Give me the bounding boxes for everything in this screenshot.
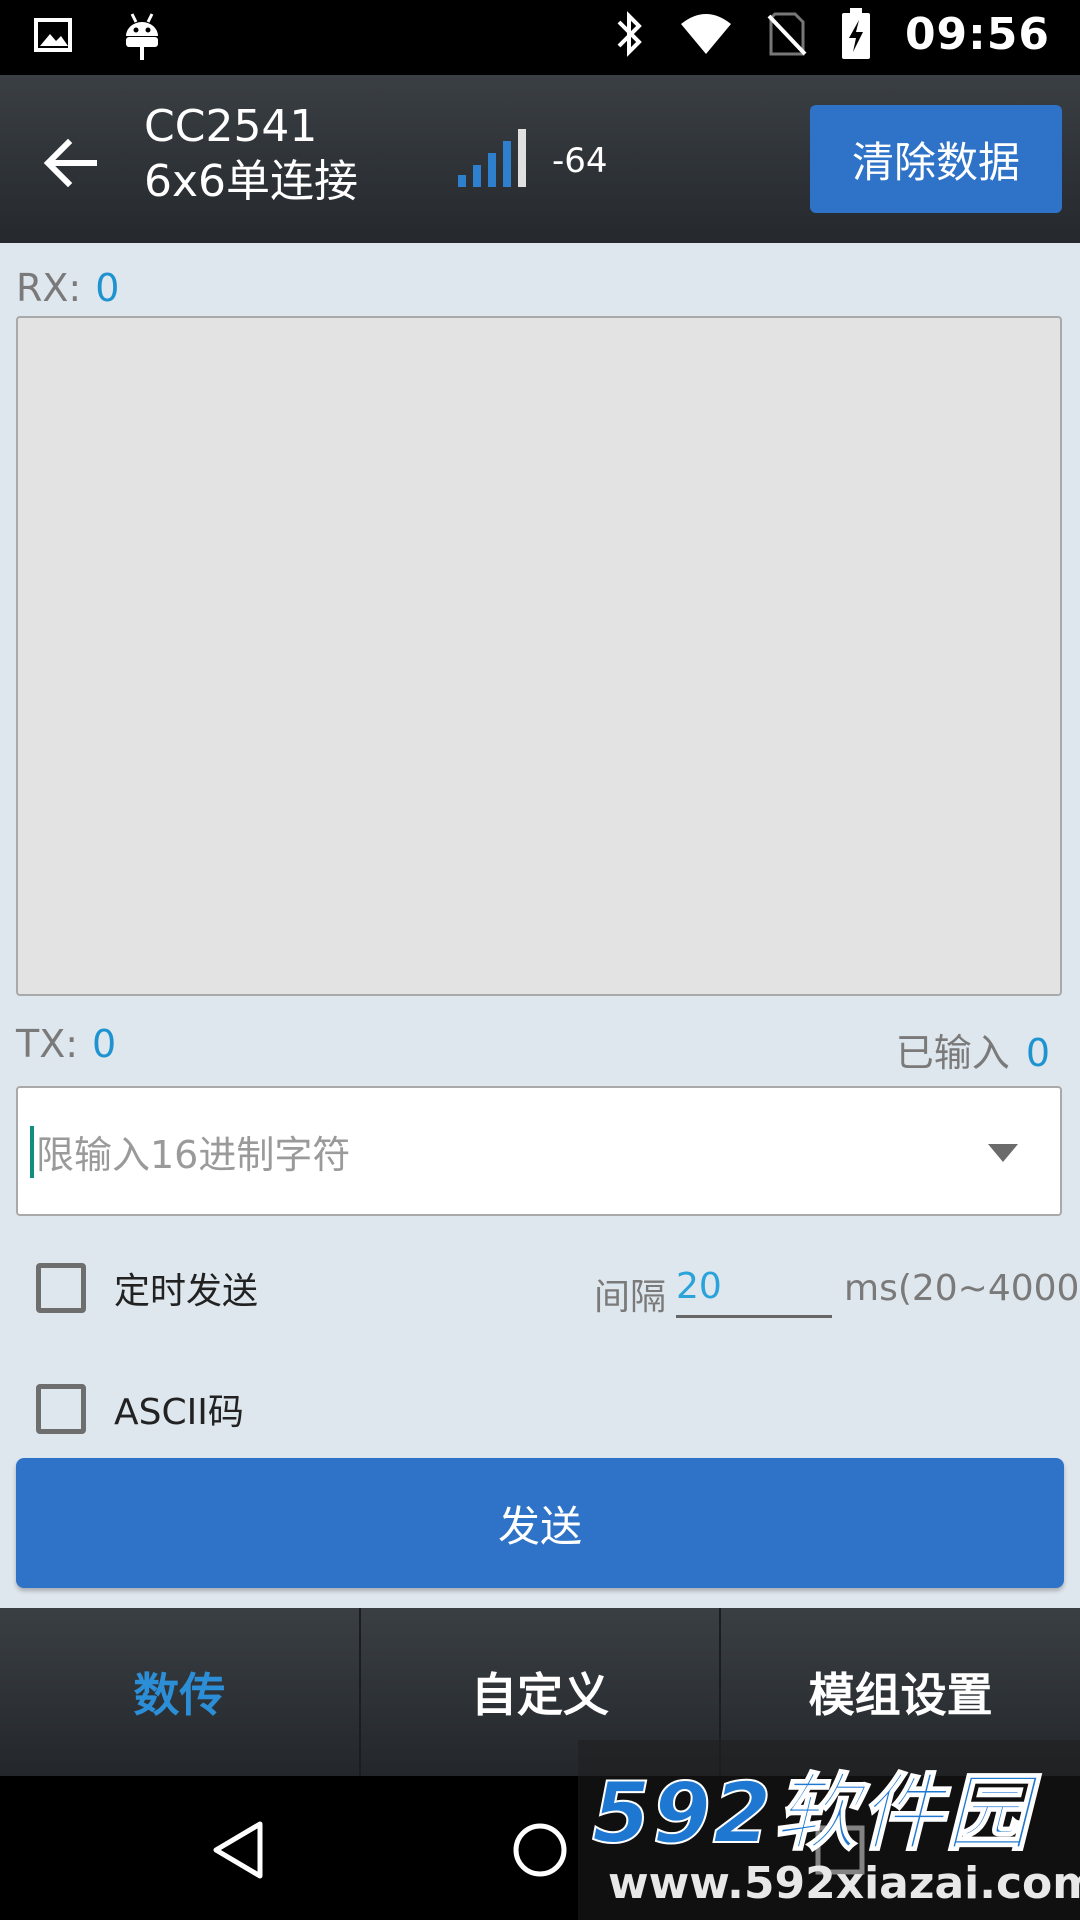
interval-label: 间隔 xyxy=(594,1277,667,1318)
hex-input-field[interactable]: 限输入16进制字符 xyxy=(16,1086,1062,1216)
ascii-checkbox[interactable] xyxy=(36,1384,86,1434)
watermark-url: www.592xiazai.com xyxy=(608,1858,1080,1909)
interval-unit: ms(20~4000) xyxy=(844,1268,1080,1309)
tab-data-transfer[interactable]: 数传 xyxy=(0,1608,361,1776)
text-caret xyxy=(30,1126,34,1178)
rx-label: RX: xyxy=(16,266,82,310)
rx-data-area[interactable] xyxy=(16,316,1062,996)
status-time: 09:56 xyxy=(904,8,1050,60)
timed-send-row: 定时发送 xyxy=(36,1262,258,1314)
android-icon xyxy=(126,13,158,60)
app-bar: CC2541 6x6单连接 -64 清除数据 xyxy=(0,75,1080,243)
image-icon xyxy=(34,18,72,52)
tx-count: 0 xyxy=(92,1022,117,1066)
rx-count: 0 xyxy=(95,266,120,310)
tx-counter: TX: 0 xyxy=(16,1022,116,1066)
ascii-row: ASCII码 xyxy=(36,1383,244,1435)
screen: 09:56 CC2541 6x6单连接 -64 清除数据 RX: 0 TX: 0… xyxy=(0,0,1080,1920)
input-count: 0 xyxy=(1025,1031,1050,1075)
watermark-brand: 592软件园 xyxy=(591,1763,1032,1863)
battery-charging-icon xyxy=(841,8,870,59)
watermark: 592软件园 www.592xiazai.com xyxy=(578,1740,1080,1920)
send-button[interactable]: 发送 xyxy=(16,1458,1064,1588)
clear-data-button[interactable]: 清除数据 xyxy=(810,105,1062,213)
rssi-indicator: -64 xyxy=(458,129,608,187)
device-title: CC2541 6x6单连接 xyxy=(144,101,358,211)
rx-counter: RX: 0 xyxy=(16,266,119,310)
interval-input[interactable]: 20 xyxy=(676,1262,832,1318)
device-name: CC2541 xyxy=(144,101,318,152)
hex-input-placeholder: 限输入16进制字符 xyxy=(36,1133,351,1177)
device-connection-mode: 6x6单连接 xyxy=(144,156,359,207)
timed-send-label: 定时发送 xyxy=(114,1271,259,1312)
status-bar-right: 09:56 xyxy=(615,8,1050,60)
ascii-label: ASCII码 xyxy=(114,1392,244,1433)
nav-home-icon[interactable] xyxy=(500,1810,580,1890)
no-sim-icon xyxy=(767,12,807,56)
history-dropdown-icon[interactable] xyxy=(988,1144,1018,1162)
input-count-label: 已输入 xyxy=(895,1031,1010,1075)
nav-back-icon[interactable] xyxy=(200,1810,280,1890)
back-arrow-icon[interactable] xyxy=(40,131,104,195)
status-bar-left xyxy=(34,12,162,60)
rssi-value: -64 xyxy=(552,141,608,181)
bluetooth-icon xyxy=(617,11,642,57)
timed-send-checkbox[interactable] xyxy=(36,1263,86,1313)
tx-label: TX: xyxy=(16,1022,79,1066)
input-char-counter: 已输入 0 xyxy=(896,1022,1050,1077)
signal-strength-icon xyxy=(458,129,526,187)
wifi-icon xyxy=(680,14,731,54)
status-bar: 09:56 xyxy=(0,0,1080,75)
